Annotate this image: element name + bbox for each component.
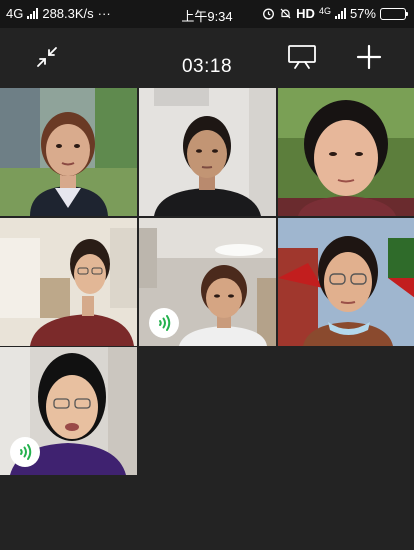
battery-percent: 57% [349, 6, 376, 21]
hd-indicator: HD [296, 6, 315, 21]
network-speed: 288.3K/s [42, 6, 94, 21]
participant-video-2[interactable] [139, 88, 276, 216]
participant-video-6[interactable] [278, 218, 414, 346]
participant-6-video-frame [278, 218, 414, 346]
signal-strength-icon [27, 8, 39, 19]
speaking-indicator-7 [10, 437, 40, 467]
share-screen-button[interactable] [285, 40, 319, 74]
plus-icon [356, 44, 382, 70]
alarm-clock-icon [263, 8, 275, 20]
speaking-wave-icon [159, 315, 171, 331]
add-participant-button[interactable] [352, 40, 386, 74]
bell-off-icon [280, 8, 291, 19]
speaking-wave-icon [20, 444, 32, 460]
signal-strength-right-icon [334, 8, 346, 19]
minimize-button[interactable] [30, 40, 64, 74]
meeting-toolbar: 03:18 [0, 28, 414, 86]
network-type: 4G [6, 6, 24, 21]
participant-video-1[interactable] [0, 88, 137, 216]
more-dots: ··· [97, 6, 111, 21]
status-bar: 4G 288.3K/s ··· 上午9:34 HD 4G 57% [0, 0, 414, 28]
battery-icon [380, 7, 408, 20]
projector-screen-icon [288, 45, 316, 69]
participant-4-video-frame [0, 218, 137, 346]
participant-video-4[interactable] [0, 218, 137, 346]
participant-3-video-frame [278, 88, 414, 216]
clock-time: 上午9:34 [181, 9, 233, 24]
participant-2-video-frame [139, 88, 276, 216]
participant-1-video-frame [0, 88, 137, 216]
speaking-indicator-5 [149, 308, 179, 338]
participant-video-3[interactable] [278, 88, 414, 216]
collapse-arrows-icon [37, 47, 57, 67]
network-type-right: 4G [318, 5, 331, 16]
